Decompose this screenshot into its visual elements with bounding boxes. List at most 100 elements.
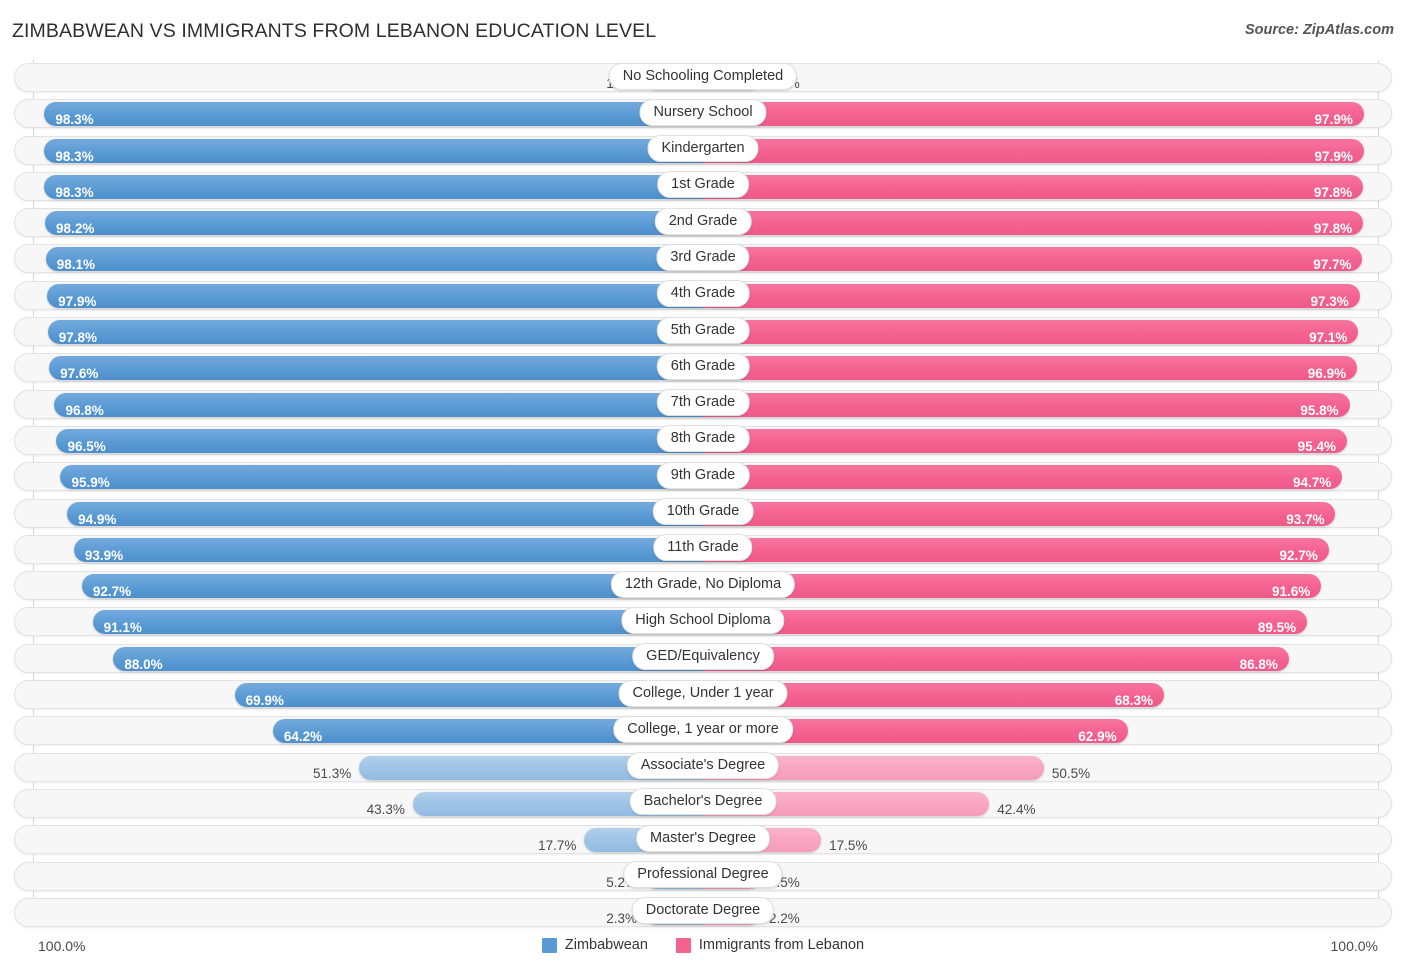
left-bar-group: 1.7% (33, 66, 703, 91)
left-bar-group: 43.3% (33, 791, 703, 817)
category-label-pill[interactable]: 1st Grade (657, 171, 749, 199)
bar-zimbabwean[interactable] (73, 537, 703, 562)
bar-value-zimbabwean: 64.2% (283, 729, 323, 745)
bar-zimbabwean[interactable] (81, 574, 703, 599)
bar-value-immigrants-from-lebanon: 92.7% (1279, 547, 1318, 563)
bar-zimbabwean[interactable] (45, 211, 703, 236)
right-bar-group: 97.1% (703, 320, 1378, 345)
bar-value-zimbabwean: 98.3% (55, 184, 94, 200)
bar-immigrants-from-lebanon[interactable] (703, 320, 1359, 345)
category-label-pill[interactable]: Kindergarten (647, 135, 759, 163)
bar-zimbabwean[interactable] (60, 465, 703, 490)
chart-row: 69.9% 68.3% College, Under 1 year (0, 677, 1406, 713)
bar-zimbabwean[interactable] (44, 138, 703, 163)
bar-value-zimbabwean: 95.9% (71, 475, 110, 491)
bar-value-zimbabwean: 91.1% (103, 620, 142, 636)
bar-immigrants-from-lebanon[interactable] (703, 610, 1308, 635)
category-label-pill[interactable]: Doctorate Degree (631, 897, 775, 925)
bar-immigrants-from-lebanon[interactable] (703, 501, 1336, 526)
category-label-pill[interactable]: Associate's Degree (626, 752, 780, 780)
category-label-pill[interactable]: Nursery School (639, 98, 767, 126)
bar-zimbabwean[interactable] (113, 646, 703, 671)
right-bar-group: 97.8% (703, 174, 1378, 200)
category-label-pill[interactable]: 8th Grade (656, 425, 750, 453)
category-label-pill[interactable]: 7th Grade (656, 389, 750, 417)
category-label-pill[interactable]: 5th Grade (656, 316, 750, 344)
bar-zimbabwean[interactable] (47, 320, 703, 345)
bar-immigrants-from-lebanon[interactable] (703, 138, 1364, 163)
bar-immigrants-from-lebanon[interactable] (703, 646, 1289, 671)
legend-item[interactable]: Zimbabwean (541, 937, 648, 953)
bar-immigrants-from-lebanon[interactable] (703, 574, 1322, 599)
bar-zimbabwean[interactable] (54, 392, 703, 417)
bar-immigrants-from-lebanon[interactable] (703, 247, 1363, 272)
bar-zimbabwean[interactable] (92, 610, 703, 635)
category-label-pill[interactable]: No Schooling Completed (608, 62, 798, 90)
right-bar-group: 86.8% (703, 646, 1378, 672)
category-label-pill[interactable]: 2nd Grade (654, 207, 752, 235)
chart-row: 96.8% 95.8% 7th Grade (0, 387, 1406, 423)
bar-immigrants-from-lebanon[interactable] (703, 174, 1364, 199)
bar-value-zimbabwean: 17.7% (538, 838, 577, 854)
category-label-pill[interactable]: College, 1 year or more (613, 715, 793, 743)
left-bar-group: 98.1% (33, 247, 703, 272)
bar-immigrants-from-lebanon[interactable] (703, 428, 1347, 453)
category-label-pill[interactable]: 4th Grade (656, 280, 750, 308)
bar-value-zimbabwean: 98.3% (55, 112, 94, 128)
bar-zimbabwean[interactable] (45, 247, 703, 272)
bar-value-zimbabwean: 43.3% (366, 801, 405, 817)
bar-zimbabwean[interactable] (44, 174, 703, 199)
category-label-pill[interactable]: College, Under 1 year (618, 679, 788, 707)
category-label-pill[interactable]: 9th Grade (656, 461, 750, 489)
left-bar-group: 97.6% (33, 356, 703, 381)
left-bar-group: 95.9% (33, 465, 703, 490)
legend-item[interactable]: Immigrants from Lebanon (675, 937, 864, 953)
bar-immigrants-from-lebanon[interactable] (703, 392, 1350, 417)
category-label-pill[interactable]: 6th Grade (656, 352, 750, 380)
right-bar-group: 2.2% (703, 900, 1378, 926)
bar-immigrants-from-lebanon[interactable] (703, 102, 1364, 127)
bar-zimbabwean[interactable] (56, 428, 703, 453)
left-bar-group: 93.9% (33, 537, 703, 563)
bar-immigrants-from-lebanon[interactable] (703, 537, 1329, 562)
bar-value-zimbabwean: 97.9% (58, 293, 97, 309)
chart-row: 5.2% 5.5% Professional Degree (0, 859, 1406, 895)
bar-value-immigrants-from-lebanon: 97.8% (1313, 184, 1353, 200)
bar-immigrants-from-lebanon[interactable] (703, 283, 1360, 308)
category-label-pill[interactable]: High School Diploma (621, 606, 785, 634)
right-bar-group: 50.5% (703, 755, 1378, 781)
right-bar-group: 97.3% (703, 283, 1378, 309)
bar-immigrants-from-lebanon[interactable] (703, 465, 1343, 490)
bar-zimbabwean[interactable] (47, 283, 703, 308)
right-bar-group: 91.6% (703, 574, 1378, 599)
bar-immigrants-from-lebanon[interactable] (703, 356, 1358, 381)
bar-value-zimbabwean: 69.9% (245, 693, 284, 709)
left-bar-group: 96.5% (33, 428, 703, 454)
category-label-pill[interactable]: GED/Equivalency (632, 643, 774, 671)
diverging-bar-chart: 1.7%2.3%No Schooling Completed98.3%97.9%… (0, 60, 1406, 932)
bar-zimbabwean[interactable] (67, 501, 703, 526)
category-label-pill[interactable]: Professional Degree (623, 861, 783, 889)
right-bar-group: 89.5% (703, 610, 1378, 635)
category-label-pill[interactable]: 10th Grade (652, 498, 754, 526)
page-title: ZIMBABWEAN VS IMMIGRANTS FROM LEBANON ED… (12, 20, 657, 42)
bar-value-immigrants-from-lebanon: 97.9% (1314, 148, 1353, 164)
bar-zimbabwean[interactable] (49, 356, 703, 381)
bar-value-immigrants-from-lebanon: 97.8% (1313, 221, 1353, 237)
left-bar-group: 5.2% (33, 864, 703, 890)
bar-value-immigrants-from-lebanon: 89.5% (1257, 620, 1297, 636)
bar-value-zimbabwean: 96.5% (67, 438, 106, 454)
chart-row: 97.8% 97.1% 5th Grade (0, 314, 1406, 350)
bar-value-immigrants-from-lebanon: 91.6% (1272, 584, 1311, 600)
right-bar-group: 97.9% (703, 138, 1378, 164)
bar-value-immigrants-from-lebanon: 95.8% (1300, 402, 1339, 418)
bar-immigrants-from-lebanon[interactable] (703, 211, 1364, 236)
category-label-pill[interactable]: 3rd Grade (656, 243, 750, 271)
right-bar-group: 97.9% (703, 102, 1378, 127)
category-label-pill[interactable]: Master's Degree (636, 824, 770, 852)
category-label-pill[interactable]: 11th Grade (653, 534, 753, 562)
chart-row: 96.5% 95.4% 8th Grade (0, 423, 1406, 459)
category-label-pill[interactable]: 12th Grade, No Diploma (610, 570, 796, 598)
bar-zimbabwean[interactable] (44, 102, 703, 127)
category-label-pill[interactable]: Bachelor's Degree (629, 788, 777, 816)
